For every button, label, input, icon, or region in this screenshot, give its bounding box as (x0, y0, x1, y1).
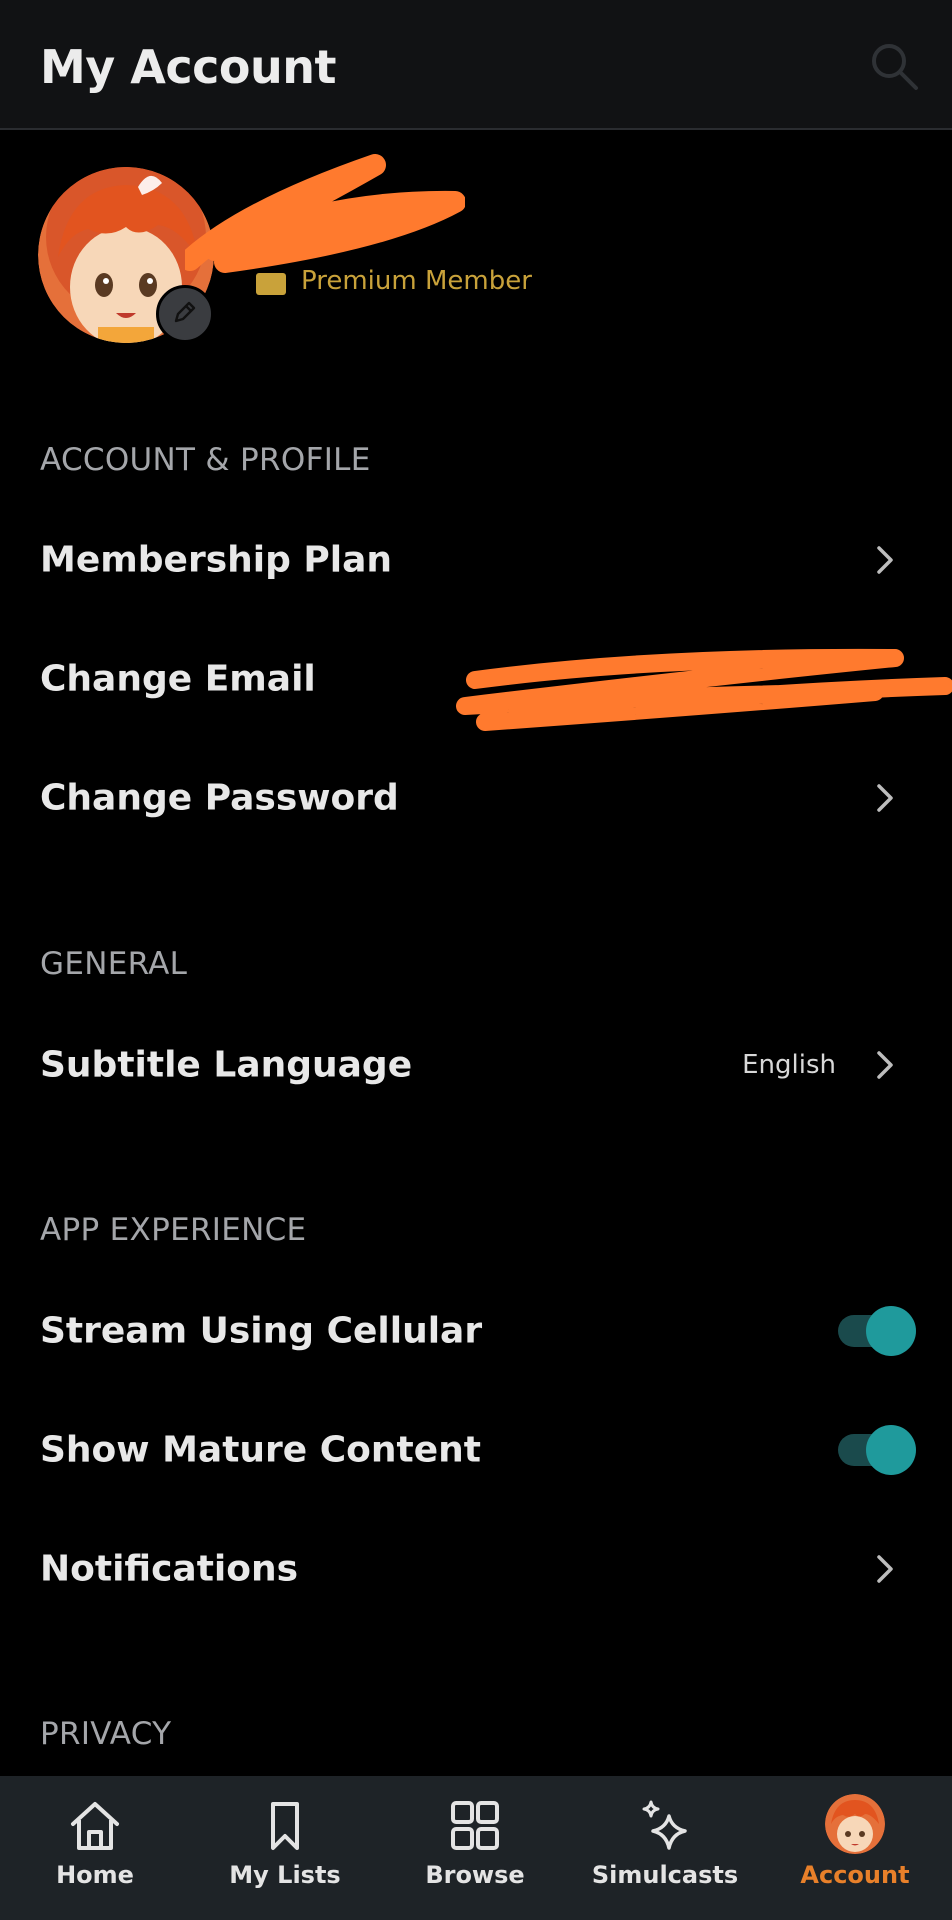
toggle-knob (866, 1425, 916, 1475)
stream-cellular-row[interactable]: Stream Using Cellular (0, 1276, 952, 1386)
bottom-navigation: Home My Lists Browse Simulcasts Account (0, 1776, 952, 1920)
page-title: My Account (40, 40, 337, 94)
nav-label: Account (800, 1861, 910, 1889)
app-header: My Account (0, 0, 952, 130)
chevron-right-icon (870, 1045, 900, 1085)
section-heading-app-experience: APP EXPERIENCE (40, 1212, 307, 1248)
row-label: Change Password (40, 777, 399, 819)
avatar (825, 1794, 885, 1854)
nav-label: Simulcasts (591, 1861, 739, 1889)
change-password-row[interactable]: Change Password (0, 743, 952, 853)
nav-label: My Lists (229, 1861, 341, 1889)
nav-account[interactable]: Account (760, 1776, 950, 1920)
stream-cellular-toggle[interactable] (836, 1306, 916, 1356)
section-heading-account-profile: ACCOUNT & PROFILE (40, 442, 371, 478)
bookmark-icon (255, 1798, 315, 1854)
section-heading-privacy: PRIVACY (40, 1716, 172, 1752)
row-label: Show Mature Content (40, 1429, 481, 1471)
account-screen: My Account Premium Member ACCOUNT & PROF… (0, 0, 952, 1920)
show-mature-content-row[interactable]: Show Mature Content (0, 1395, 952, 1505)
notifications-row[interactable]: Notifications (0, 1514, 952, 1624)
membership-plan-row[interactable]: Membership Plan (0, 505, 952, 615)
premium-badge-icon (256, 273, 286, 295)
pencil-icon (170, 297, 200, 331)
search-icon[interactable] (868, 40, 920, 92)
chevron-right-icon (870, 1549, 900, 1589)
row-label: Membership Plan (40, 539, 393, 581)
show-mature-content-toggle[interactable] (836, 1425, 916, 1475)
edit-avatar-button[interactable] (156, 285, 214, 343)
redacted-username (179, 150, 466, 280)
nav-my-lists[interactable]: My Lists (190, 1776, 380, 1920)
section-heading-general: GENERAL (40, 946, 188, 982)
nav-label: Home (56, 1861, 134, 1889)
sparkle-icon (635, 1798, 695, 1854)
nav-simulcasts[interactable]: Simulcasts (570, 1776, 760, 1920)
subtitle-language-value: English (742, 1050, 836, 1080)
home-icon (65, 1798, 125, 1854)
grid-icon (445, 1798, 505, 1854)
subtitle-language-row[interactable]: Subtitle Language English (0, 1010, 952, 1120)
chevron-right-icon (870, 778, 900, 818)
chevron-right-icon (870, 540, 900, 580)
row-label: Stream Using Cellular (40, 1310, 483, 1352)
nav-browse[interactable]: Browse (380, 1776, 570, 1920)
row-label: Subtitle Language (40, 1044, 413, 1086)
nav-home[interactable]: Home (0, 1776, 190, 1920)
row-label: Notifications (40, 1548, 299, 1590)
redacted-email (455, 636, 952, 736)
nav-label: Browse (425, 1861, 525, 1889)
toggle-knob (866, 1306, 916, 1356)
row-label: Change Email (40, 658, 316, 700)
membership-status: Premium Member (301, 266, 532, 296)
